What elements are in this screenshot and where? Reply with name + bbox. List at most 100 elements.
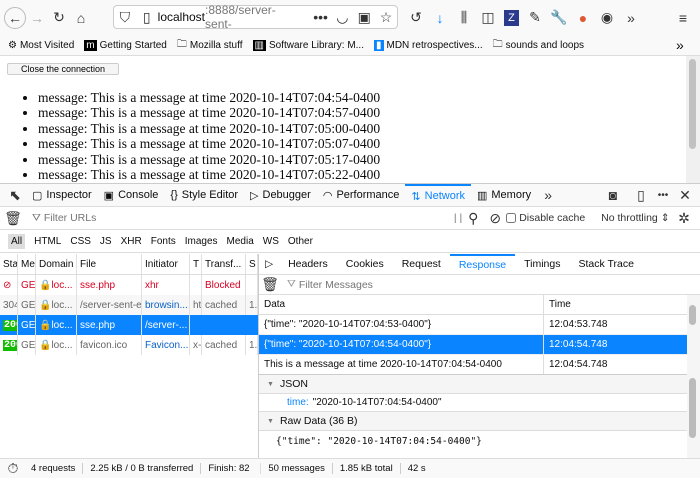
col-domain[interactable]: Domain — [36, 254, 77, 274]
history-icon[interactable]: ↺ — [405, 7, 427, 29]
search-icon[interactable]: ⚲ — [462, 207, 484, 229]
tab-network[interactable]: ⇅ Network — [405, 183, 471, 207]
more-icon[interactable]: ••• — [310, 6, 332, 28]
type-media[interactable]: Media — [227, 236, 254, 247]
extension-icon[interactable]: ✎ — [524, 7, 546, 29]
bookmark-most-visited[interactable]: ⚙ Most Visited — [8, 40, 74, 51]
trash-icon[interactable]: 🗑 — [2, 207, 24, 229]
block-icon[interactable]: ⊘ — [484, 207, 506, 229]
forward-icon[interactable]: → — [26, 7, 48, 29]
table-row[interactable]: ⊘ GET 🔒loc... sse.php xhr Blocked — [0, 275, 258, 295]
col-size[interactable]: S — [246, 254, 258, 274]
messages-scrollbar[interactable] — [687, 295, 700, 375]
type-html[interactable]: HTML — [34, 236, 61, 247]
table-row[interactable]: 304 GET 🔒loc... /server-sent-e browsin..… — [0, 295, 258, 315]
page-scrollbar[interactable] — [686, 56, 700, 183]
close-devtools-icon[interactable]: ✕ — [674, 184, 696, 206]
download-icon[interactable]: ↓ — [429, 7, 451, 29]
library-icon[interactable]: ⫼ — [453, 7, 475, 29]
tab-timings[interactable]: Timings — [515, 254, 569, 275]
reader-icon[interactable]: ▣ — [353, 6, 375, 28]
star-icon[interactable]: ☆ — [375, 6, 397, 28]
col-file[interactable]: File — [77, 254, 142, 274]
pause-icon[interactable]: | | — [454, 212, 462, 224]
tab-memory[interactable]: ▥ Memory — [471, 184, 537, 207]
back-icon[interactable]: ← — [4, 6, 26, 29]
account-icon[interactable]: ◉ — [596, 7, 618, 29]
close-connection-button[interactable]: Close the connection — [7, 63, 119, 75]
bookmark-sounds-and-loops[interactable]: 🗀 sounds and loops — [493, 37, 584, 54]
raw-data-section-toggle[interactable]: ▼ Raw Data (36 B) — [259, 412, 687, 431]
tab-debugger[interactable]: ▷ Debugger — [244, 184, 317, 207]
clear-messages-icon[interactable]: 🗑 — [259, 274, 281, 296]
screenshot-icon[interactable]: ◙ — [602, 184, 624, 206]
tab-cookies[interactable]: Cookies — [337, 254, 393, 275]
tab-style-editor[interactable]: {} Style Editor — [164, 184, 244, 207]
col-transferred[interactable]: Transf... — [202, 254, 246, 274]
throttling-select[interactable]: No throttling ⇕ — [601, 212, 669, 224]
col-initiator[interactable]: Initiator — [142, 254, 190, 274]
table-row-selected[interactable]: 200 GET 🔒loc... sse.php /server-... — [0, 315, 258, 335]
cell-initiator[interactable]: /server-... — [142, 315, 190, 335]
picker-icon[interactable]: ⬉ — [4, 184, 26, 206]
type-css[interactable]: CSS — [70, 236, 91, 247]
request-type-filters: All HTML CSS JS XHR Fonts Images Media W… — [0, 231, 700, 253]
url-path: :8888/server-sent- — [205, 3, 276, 31]
url-bar[interactable]: ⛉ ▯ localhost:8888/server-sent- ••• ◡ ▣ … — [113, 3, 398, 31]
type-other[interactable]: Other — [288, 236, 313, 247]
payload-scrollbar[interactable] — [687, 375, 700, 458]
list-item: message: This is a message at time 2020-… — [38, 121, 380, 136]
filter-urls-input[interactable] — [43, 212, 424, 224]
network-filter-bar: 🗑 ⛛ | | ⚲ ⊘ Disable cache No throttling … — [0, 207, 700, 230]
type-js[interactable]: JS — [100, 236, 112, 247]
tab-headers[interactable]: Headers — [279, 254, 337, 275]
bookmark-software-library[interactable]: ▥ Software Library: M... — [252, 39, 364, 51]
col-status[interactable]: Sta — [0, 254, 18, 274]
tab-response[interactable]: Response — [449, 253, 516, 275]
options-icon[interactable]: ••• — [652, 184, 674, 206]
col-method[interactable]: Me — [18, 254, 36, 274]
filter-messages-input[interactable] — [298, 278, 599, 291]
message-row-selected[interactable]: {"time": "2020-10-14T07:04:54-0400"} 12:0… — [259, 335, 687, 355]
list-item: message: This is a message at time 2020-… — [38, 90, 380, 105]
col-type[interactable]: T — [190, 254, 202, 274]
home-icon[interactable]: ⌂ — [70, 7, 92, 29]
tab-inspector[interactable]: ▢ Inspector — [26, 184, 98, 207]
type-xhr[interactable]: XHR — [121, 236, 142, 247]
pocket-icon[interactable]: ◡ — [332, 6, 354, 28]
json-section-toggle[interactable]: ▼ JSON — [259, 375, 687, 394]
overflow-icon[interactable]: » — [620, 7, 642, 29]
menu-icon[interactable]: ≡ — [672, 7, 694, 29]
reload-icon[interactable]: ↻ — [48, 7, 70, 29]
type-ws[interactable]: WS — [263, 236, 279, 247]
tab-console[interactable]: ▣ Console — [98, 184, 165, 207]
page-content: Close the connection message: This is a … — [0, 56, 686, 183]
toggle-panel-icon[interactable]: ▷ — [259, 254, 279, 275]
duckduckgo-icon[interactable]: ● — [572, 7, 594, 29]
responsive-icon[interactable]: ▯ — [630, 184, 652, 206]
tab-performance[interactable]: ◠ Performance — [317, 184, 406, 207]
cell-initiator[interactable]: Favicon... — [142, 335, 190, 355]
cell-initiator[interactable]: browsin... — [142, 295, 190, 315]
tab-stack-trace[interactable]: Stack Trace — [569, 254, 642, 275]
bookmark-getting-started[interactable]: m Getting Started — [84, 39, 167, 51]
stopwatch-icon[interactable]: ⏱ — [2, 458, 24, 480]
bookmark-mdn-retrospectives[interactable]: ▮ MDN retrospectives... — [373, 39, 483, 51]
type-fonts[interactable]: Fonts — [151, 236, 176, 247]
cell-method: GET — [18, 335, 36, 355]
table-row[interactable]: 200 GET 🔒loc... favicon.ico Favicon... x… — [0, 335, 258, 355]
message-row[interactable]: This is a message at time 2020-10-14T07:… — [259, 355, 687, 375]
bookmarks-overflow-icon[interactable]: » — [676, 37, 684, 53]
type-all[interactable]: All — [8, 234, 26, 249]
type-images[interactable]: Images — [185, 236, 218, 247]
more-tabs-icon[interactable]: » — [537, 184, 559, 206]
disable-cache-checkbox[interactable]: Disable cache — [506, 212, 585, 224]
wrench-icon[interactable]: 🔧 — [548, 7, 570, 29]
list-item: message: This is a message at time 2020-… — [38, 105, 380, 120]
message-row[interactable]: {"time": "2020-10-14T07:04:53-0400"} 12:0… — [259, 315, 687, 335]
sidebar-icon[interactable]: ◫ — [477, 7, 499, 29]
bookmark-mozilla-stuff[interactable]: 🗀 Mozilla stuff — [177, 37, 243, 54]
settings-icon[interactable]: ✲ — [673, 207, 695, 229]
tab-request[interactable]: Request — [393, 254, 450, 275]
zotero-icon[interactable]: Z — [504, 9, 519, 26]
